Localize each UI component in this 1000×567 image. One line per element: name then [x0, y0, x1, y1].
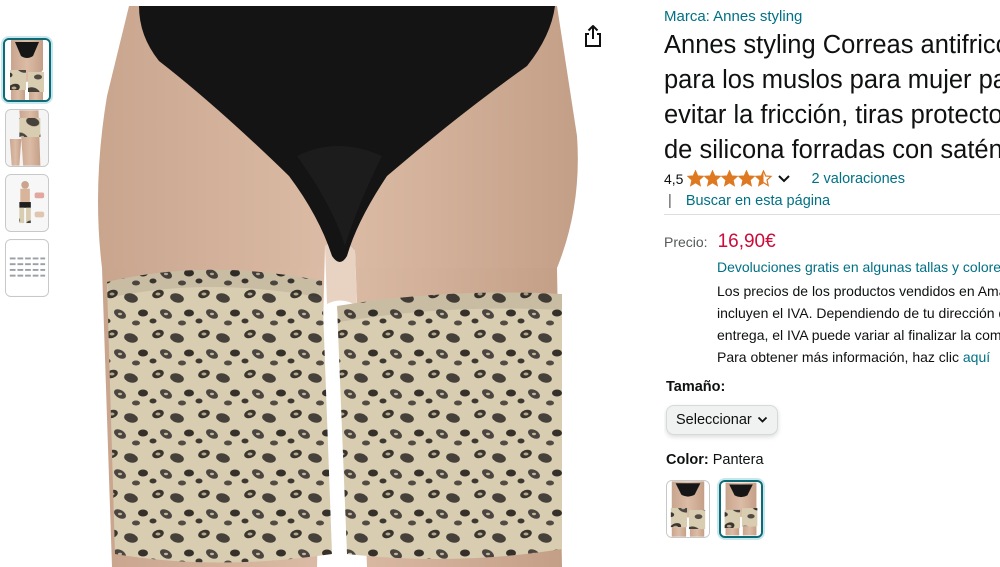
star-rating-icon [687, 170, 773, 187]
thumbnail-2-side-view[interactable] [5, 109, 49, 167]
share-icon [585, 25, 601, 47]
brand-link[interactable]: Marca: Annes styling [664, 8, 802, 25]
leopard-bands-photo-thumbnail [5, 40, 49, 100]
rating-row: 4,5 2 valoraciones [664, 170, 905, 187]
ratings-count-link[interactable]: 2 valoraciones [811, 171, 905, 187]
color-value: Pantera [712, 452, 764, 468]
divider [664, 214, 1000, 215]
color-swatch-image [667, 481, 709, 537]
size-label: Tamaño: [666, 379, 726, 395]
product-title-line: para los muslos para mujer para [664, 66, 1000, 94]
share-button[interactable] [575, 18, 611, 54]
product-title-line: Annes styling Correas antifricción [664, 31, 1000, 59]
chevron-down-icon [778, 174, 791, 182]
price-row: Precio: 16,90€ [664, 231, 776, 253]
vat-line-text: Para obtener más información, haz clic [717, 349, 963, 365]
rating-dropdown-toggle[interactable] [777, 174, 791, 184]
price-value: 16,90€ [717, 231, 776, 252]
leopard-thigh-bands-photo [57, 6, 623, 567]
thumbnail-4-size-chart[interactable] [5, 239, 49, 297]
vat-more-info-link[interactable]: aquí [963, 349, 990, 365]
vat-line: Los precios de los productos vendidos en… [717, 283, 1000, 299]
side-view-photo-thumbnail [6, 110, 48, 166]
separator: | [668, 193, 672, 209]
size-select[interactable]: Seleccionar [666, 405, 778, 435]
search-in-page-link[interactable]: Buscar en esta página [686, 193, 830, 209]
size-select-value: Seleccionar [676, 412, 752, 428]
vat-line: entrega, el IVA puede variar al finaliza… [717, 327, 1000, 343]
price-label: Precio: [664, 234, 708, 250]
thumbnail-1-leopard-bands[interactable] [3, 38, 51, 102]
color-label: Color: [666, 452, 709, 468]
color-row: Color: Pantera [666, 452, 764, 468]
vat-info: Los precios de los productos vendidos en… [717, 280, 1000, 368]
color-swatch-1[interactable] [666, 480, 710, 538]
color-swatch-image [721, 482, 761, 536]
vat-line: incluyen el IVA. Dependiendo de tu direc… [717, 305, 1000, 321]
chevron-down-icon [757, 416, 768, 423]
product-title-line: evitar la fricción, tiras protectoras [664, 101, 1000, 129]
size-chart-thumbnail [6, 240, 48, 296]
product-title-line: de silicona forradas con satén [664, 136, 1000, 164]
product-title: Annes styling Correas antifricción para … [664, 28, 1000, 168]
free-returns-link[interactable]: Devoluciones gratis en algunas tallas y … [717, 259, 1000, 275]
thumbnail-strip [3, 38, 53, 304]
product-details-panel: Marca: Annes styling Annes styling Corre… [664, 0, 1000, 567]
lifestyle-photo-thumbnail [6, 175, 48, 231]
search-page-row: | Buscar en esta página [668, 193, 830, 209]
color-swatch-pantera[interactable] [719, 480, 763, 538]
thumbnail-3-lifestyle[interactable] [5, 174, 49, 232]
star-rating[interactable] [687, 170, 773, 187]
main-product-image[interactable] [57, 6, 623, 567]
rating-value: 4,5 [664, 170, 684, 187]
vat-line: Para obtener más información, haz clic a… [717, 346, 1000, 368]
